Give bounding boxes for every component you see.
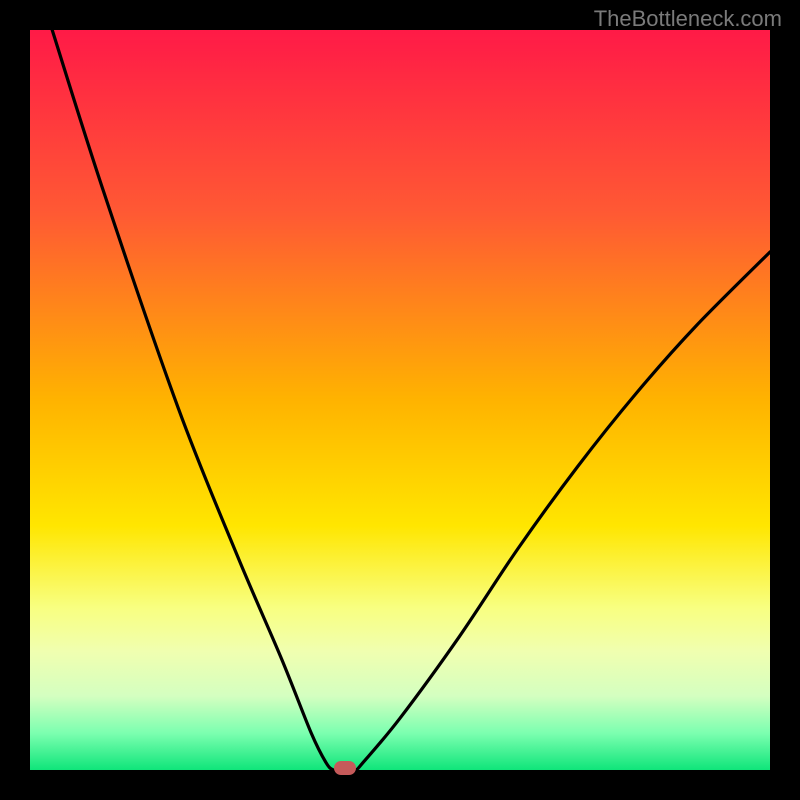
optimum-marker (334, 761, 356, 775)
chart-stage: TheBottleneck.com (0, 0, 800, 800)
plot-area (30, 30, 770, 770)
watermark-text: TheBottleneck.com (594, 6, 782, 32)
bottleneck-curve (30, 30, 770, 770)
